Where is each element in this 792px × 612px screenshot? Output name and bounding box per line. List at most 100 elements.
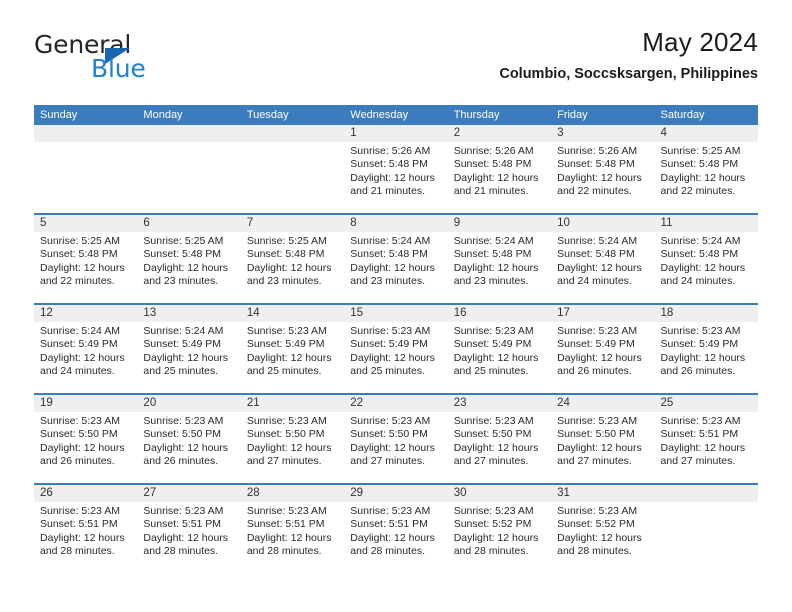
calendar-day-cell[interactable]: 26 Sunrise: 5:23 AM Sunset: 5:51 PM Dayligh…: [34, 485, 138, 573]
sunrise-time: Sunrise: 5:24 AM: [660, 235, 741, 247]
daylight-duration-line1: Daylight: 12 hours: [350, 351, 435, 364]
sunset-time: Sunset: 5:48 PM: [660, 158, 739, 171]
day-sun-info: Sunrise: 5:23 AM Sunset: 5:50 PM Daylight:…: [551, 412, 654, 469]
daylight-duration-line2: and 21 minutes.: [453, 185, 529, 198]
day-sun-info: Sunrise: 5:23 AM Sunset: 5:51 PM Daylight:…: [241, 502, 344, 559]
calendar-day-cell[interactable]: 3 Sunrise: 5:26 AM Sunset: 5:48 PM Daylight…: [551, 125, 655, 213]
day-sun-info: Sunrise: 5:23 AM Sunset: 5:50 PM Daylight:…: [137, 412, 240, 469]
calendar-day-cell[interactable]: 15 Sunrise: 5:23 AM Sunset: 5:49 PM Dayligh…: [344, 305, 448, 393]
sunset-time: Sunset: 5:49 PM: [350, 338, 428, 351]
daylight-duration-line2: and 24 minutes.: [557, 275, 632, 288]
calendar-day-cell[interactable]: 23 Sunrise: 5:23 AM Sunset: 5:50 PM Dayligh…: [447, 395, 552, 483]
day-number: 10: [551, 215, 655, 232]
sunset-time: Sunset: 5:48 PM: [557, 248, 635, 261]
sunset-time: Sunset: 5:52 PM: [557, 518, 635, 531]
daylight-duration-line1: Daylight: 12 hours: [143, 261, 229, 274]
day-number: 3: [551, 125, 655, 142]
day-number: 23: [447, 395, 552, 412]
daylight-duration-line1: Daylight: 12 hours: [246, 351, 332, 364]
calendar-day-cell-empty: [240, 125, 345, 213]
sunrise-time: Sunrise: 5:23 AM: [557, 325, 638, 337]
sunrise-time: Sunrise: 5:23 AM: [660, 415, 741, 427]
daylight-duration-line1: Daylight: 12 hours: [557, 531, 642, 544]
daylight-duration-line2: and 28 minutes.: [143, 545, 219, 558]
calendar-day-cell[interactable]: 27 Sunrise: 5:23 AM Sunset: 5:51 PM Dayligh…: [137, 485, 241, 573]
daylight-duration-line1: Daylight: 12 hours: [143, 351, 229, 364]
calendar-day-cell[interactable]: 1 Sunrise: 5:26 AM Sunset: 5:48 PM Daylight…: [344, 125, 448, 213]
day-sun-info: Sunrise: 5:23 AM Sunset: 5:49 PM Daylight:…: [241, 322, 344, 379]
day-number: 15: [344, 305, 448, 322]
day-sun-info: Sunrise: 5:24 AM Sunset: 5:48 PM Daylight:…: [551, 232, 654, 289]
day-sun-info: Sunrise: 5:23 AM Sunset: 5:51 PM Daylight:…: [137, 502, 240, 559]
weekday-header-tuesday: Tuesday: [246, 109, 289, 121]
calendar-day-cell[interactable]: 31 Sunrise: 5:23 AM Sunset: 5:52 PM Dayligh…: [551, 485, 655, 573]
day-sun-info: Sunrise: 5:24 AM Sunset: 5:48 PM Daylight:…: [344, 232, 447, 289]
calendar-day-cell[interactable]: 28 Sunrise: 5:23 AM Sunset: 5:51 PM Dayligh…: [240, 485, 345, 573]
logo-text-blue: Blue: [91, 54, 146, 83]
calendar-day-cell[interactable]: 7 Sunrise: 5:25 AM Sunset: 5:48 PM Daylight…: [240, 215, 345, 303]
calendar-day-cell[interactable]: 20 Sunrise: 5:23 AM Sunset: 5:50 PM Dayligh…: [137, 395, 241, 483]
calendar-day-cell[interactable]: 16 Sunrise: 5:23 AM Sunset: 5:49 PM Dayligh…: [447, 305, 552, 393]
sunrise-time: Sunrise: 5:23 AM: [143, 505, 224, 517]
sunrise-time: Sunrise: 5:23 AM: [453, 325, 534, 337]
daylight-duration-line2: and 28 minutes.: [40, 545, 115, 558]
sunset-time: Sunset: 5:50 PM: [557, 428, 635, 441]
daylight-duration-line2: and 27 minutes.: [350, 455, 425, 468]
calendar-day-cell[interactable]: 17 Sunrise: 5:23 AM Sunset: 5:49 PM Dayligh…: [551, 305, 655, 393]
calendar-day-cell[interactable]: 8 Sunrise: 5:24 AM Sunset: 5:48 PM Daylight…: [344, 215, 448, 303]
daylight-duration-line2: and 22 minutes.: [40, 275, 115, 288]
sunset-time: Sunset: 5:49 PM: [40, 338, 118, 351]
sunrise-time: Sunrise: 5:23 AM: [40, 505, 120, 517]
daylight-duration-line1: Daylight: 12 hours: [246, 441, 332, 454]
calendar-day-cell[interactable]: 30 Sunrise: 5:23 AM Sunset: 5:52 PM Dayligh…: [447, 485, 552, 573]
day-number: 31: [551, 485, 655, 502]
calendar-day-cell[interactable]: 18 Sunrise: 5:23 AM Sunset: 5:49 PM Dayligh…: [654, 305, 758, 393]
calendar-page: General Blue May 2024 Columbio, Soccsksa…: [0, 0, 792, 612]
general-blue-logo[interactable]: General Blue: [34, 32, 264, 88]
daylight-duration-line1: Daylight: 12 hours: [660, 351, 746, 364]
day-sun-info: Sunrise: 5:26 AM Sunset: 5:48 PM Daylight:…: [344, 142, 447, 199]
day-sun-info: Sunrise: 5:25 AM Sunset: 5:48 PM Daylight:…: [241, 232, 344, 289]
daylight-duration-line2: and 28 minutes.: [246, 545, 322, 558]
calendar-day-cell[interactable]: 4 Sunrise: 5:25 AM Sunset: 5:48 PM Daylight…: [654, 125, 758, 213]
day-sun-info: Sunrise: 5:24 AM Sunset: 5:48 PM Daylight:…: [655, 232, 758, 289]
day-sun-info: Sunrise: 5:25 AM Sunset: 5:48 PM Daylight:…: [137, 232, 240, 289]
sunset-time: Sunset: 5:49 PM: [557, 338, 635, 351]
daylight-duration-line1: Daylight: 12 hours: [246, 531, 332, 544]
calendar-day-cell[interactable]: 5 Sunrise: 5:25 AM Sunset: 5:48 PM Daylight…: [34, 215, 138, 303]
calendar-day-cell[interactable]: 2 Sunrise: 5:26 AM Sunset: 5:48 PM Daylight…: [447, 125, 552, 213]
day-number: 17: [551, 305, 655, 322]
calendar-day-cell[interactable]: 29 Sunrise: 5:23 AM Sunset: 5:51 PM Dayligh…: [344, 485, 448, 573]
calendar-day-cell[interactable]: 12 Sunrise: 5:24 AM Sunset: 5:49 PM Dayligh…: [34, 305, 138, 393]
calendar-day-cell[interactable]: 25 Sunrise: 5:23 AM Sunset: 5:51 PM Dayligh…: [654, 395, 758, 483]
calendar-day-cell[interactable]: 13 Sunrise: 5:24 AM Sunset: 5:49 PM Dayligh…: [137, 305, 241, 393]
day-number: 28: [240, 485, 345, 502]
day-number: [137, 125, 241, 142]
calendar-day-cell[interactable]: 14 Sunrise: 5:23 AM Sunset: 5:49 PM Dayligh…: [240, 305, 345, 393]
sunset-time: Sunset: 5:48 PM: [143, 248, 222, 261]
calendar-day-cell[interactable]: 6 Sunrise: 5:25 AM Sunset: 5:48 PM Daylight…: [137, 215, 241, 303]
sunset-time: Sunset: 5:52 PM: [453, 518, 532, 531]
sunrise-time: Sunrise: 5:26 AM: [557, 145, 638, 157]
sunrise-time: Sunrise: 5:23 AM: [350, 325, 431, 337]
day-number: [240, 125, 345, 142]
calendar-day-cell[interactable]: 19 Sunrise: 5:23 AM Sunset: 5:50 PM Dayligh…: [34, 395, 138, 483]
calendar-day-cell[interactable]: 22 Sunrise: 5:23 AM Sunset: 5:50 PM Dayligh…: [344, 395, 448, 483]
calendar-day-cell[interactable]: 11 Sunrise: 5:24 AM Sunset: 5:48 PM Dayligh…: [654, 215, 758, 303]
sunset-time: Sunset: 5:51 PM: [40, 518, 118, 531]
daylight-duration-line1: Daylight: 12 hours: [660, 261, 746, 274]
day-sun-info: Sunrise: 5:23 AM Sunset: 5:51 PM Daylight:…: [344, 502, 447, 559]
day-sun-info: Sunrise: 5:23 AM Sunset: 5:51 PM Daylight:…: [34, 502, 137, 559]
daylight-duration-line2: and 25 minutes.: [143, 365, 219, 378]
calendar-day-cell[interactable]: 9 Sunrise: 5:24 AM Sunset: 5:48 PM Daylight…: [447, 215, 552, 303]
page-title: May 2024: [642, 27, 758, 57]
calendar-day-cell[interactable]: 24 Sunrise: 5:23 AM Sunset: 5:50 PM Dayligh…: [551, 395, 655, 483]
sunrise-time: Sunrise: 5:24 AM: [453, 235, 534, 247]
calendar-day-cell[interactable]: 21 Sunrise: 5:23 AM Sunset: 5:50 PM Dayligh…: [240, 395, 345, 483]
calendar-day-cell[interactable]: 10 Sunrise: 5:24 AM Sunset: 5:48 PM Dayligh…: [551, 215, 655, 303]
title-block: May 2024 Columbio, Soccsksargen, Philipp…: [499, 26, 758, 83]
weekday-header-saturday: Saturday: [660, 109, 705, 121]
sunrise-time: Sunrise: 5:23 AM: [453, 505, 534, 517]
day-sun-info: Sunrise: 5:23 AM Sunset: 5:50 PM Daylight:…: [241, 412, 344, 469]
day-sun-info: Sunrise: 5:23 AM Sunset: 5:52 PM Daylight:…: [448, 502, 551, 559]
